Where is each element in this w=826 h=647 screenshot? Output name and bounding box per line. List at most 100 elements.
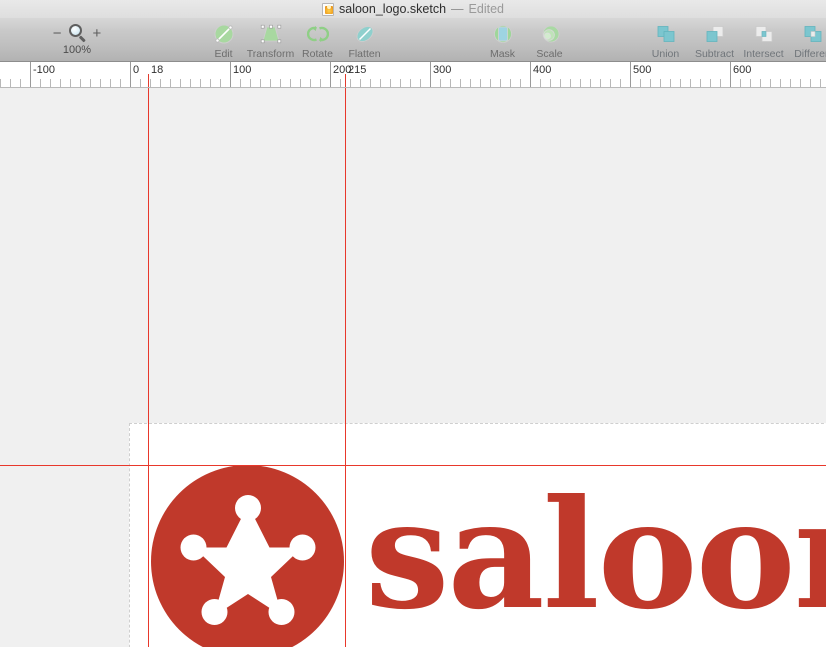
flatten-button[interactable]: Flatten <box>341 20 388 60</box>
ruler-minor-tick <box>40 79 41 87</box>
ruler-minor-tick <box>10 79 11 87</box>
ruler-minor-tick <box>50 79 51 87</box>
ruler-minor-tick <box>480 79 481 87</box>
zoom-in-button[interactable]: + <box>93 26 102 41</box>
rotate-icon <box>306 22 329 45</box>
ruler-minor-tick <box>280 79 281 87</box>
ruler-minor-tick <box>460 79 461 87</box>
ruler-minor-tick <box>120 79 121 87</box>
zoom-row: − + <box>53 21 102 45</box>
ruler-minor-tick <box>200 79 201 87</box>
ruler-minor-tick <box>540 79 541 87</box>
ruler-label: 400 <box>533 64 552 76</box>
mask-button[interactable]: Mask <box>479 20 526 60</box>
intersect-button[interactable]: Intersect <box>739 20 788 60</box>
magnifier-lens <box>68 23 82 37</box>
ruler-minor-tick <box>210 79 211 87</box>
ruler-minor-tick <box>690 79 691 87</box>
ruler-minor-tick <box>570 79 571 87</box>
ruler-minor-tick <box>450 79 451 87</box>
logo-wordmark[interactable]: saloon <box>365 480 826 630</box>
ruler-label: -100 <box>33 64 56 76</box>
rotate-button-label: Rotate <box>302 48 333 60</box>
union-button[interactable]: Union <box>641 20 690 60</box>
ruler-minor-tick <box>400 79 401 87</box>
flatten-button-label: Flatten <box>348 48 381 60</box>
ruler-minor-tick <box>300 79 301 87</box>
transform-icon <box>260 22 282 45</box>
vertical-guide-215[interactable] <box>345 88 346 647</box>
difference-button-label: Differen <box>794 48 826 60</box>
ruler-minor-tick <box>180 79 181 87</box>
ruler-guide-marker[interactable] <box>148 74 149 87</box>
ruler-label: 500 <box>633 64 652 76</box>
ruler-minor-tick <box>640 79 641 87</box>
ruler-minor-tick <box>190 79 191 87</box>
ruler-label: 215 <box>348 64 367 76</box>
ruler-minor-tick <box>170 79 171 87</box>
sketch-document-icon <box>322 2 334 16</box>
ruler-minor-tick <box>290 79 291 87</box>
window-title-group: saloon_logo.sketch — Edited <box>322 2 504 16</box>
ruler-minor-tick <box>820 79 821 87</box>
ruler-minor-tick <box>650 79 651 87</box>
ruler-minor-tick <box>90 79 91 87</box>
ruler-minor-tick <box>500 79 501 87</box>
ruler-minor-tick <box>740 79 741 87</box>
difference-button[interactable]: Differen <box>788 20 826 60</box>
mask-icon <box>492 22 514 45</box>
horizontal-ruler[interactable]: -100 0 18 100 200 215 300 400 500 600 <box>0 62 826 88</box>
edit-path-icon <box>213 22 235 45</box>
ruler-label: 100 <box>233 64 252 76</box>
intersect-icon <box>753 22 775 45</box>
union-button-label: Union <box>651 48 680 60</box>
intersect-button-label: Intersect <box>743 48 784 60</box>
ruler-minor-tick <box>490 79 491 87</box>
flatten-icon <box>354 22 376 45</box>
ruler-minor-tick <box>240 79 241 87</box>
ruler-minor-tick <box>20 79 21 87</box>
scale-button[interactable]: Scale <box>526 20 573 60</box>
ruler-minor-tick <box>520 79 521 87</box>
sheriff-star-badge-icon[interactable] <box>151 465 344 647</box>
rotate-button[interactable]: Rotate <box>294 20 341 60</box>
ruler-minor-tick <box>260 79 261 87</box>
ruler-guide-marker[interactable] <box>345 74 346 87</box>
zoom-out-button[interactable]: − <box>53 26 62 41</box>
ruler-minor-tick <box>700 79 701 87</box>
ruler-minor-tick <box>320 79 321 87</box>
magnifier-icon[interactable] <box>68 23 86 43</box>
vertical-guide-18[interactable] <box>148 88 149 647</box>
ruler-minor-tick <box>70 79 71 87</box>
ruler-minor-tick <box>100 79 101 87</box>
ruler-minor-tick <box>510 79 511 87</box>
magnifier-handle <box>78 34 86 42</box>
ruler-minor-tick <box>60 79 61 87</box>
ruler-label: 0 <box>133 64 140 76</box>
edited-status: Edited <box>468 2 504 16</box>
zoom-control[interactable]: − + 100% <box>40 21 114 56</box>
ruler-minor-tick <box>80 79 81 87</box>
ruler-minor-tick <box>220 79 221 87</box>
canvas-area[interactable]: Saloon Logo saloon <box>0 88 826 647</box>
ruler-minor-tick <box>590 79 591 87</box>
ruler-minor-tick <box>470 79 471 87</box>
ruler-minor-tick <box>550 79 551 87</box>
ruler-minor-tick <box>110 79 111 87</box>
horizontal-guide[interactable] <box>0 465 826 466</box>
document-title: saloon_logo.sketch <box>339 2 447 16</box>
ruler-minor-tick <box>770 79 771 87</box>
edit-button[interactable]: Edit <box>200 20 247 60</box>
ruler-label: 300 <box>433 64 452 76</box>
ruler-minor-tick <box>0 79 1 87</box>
ruler-minor-tick <box>710 79 711 87</box>
edit-button-label: Edit <box>214 48 233 60</box>
ruler-minor-tick <box>750 79 751 87</box>
ruler-minor-tick <box>670 79 671 87</box>
ruler-minor-tick <box>160 79 161 87</box>
transform-button[interactable]: Transform <box>247 20 294 60</box>
ruler-minor-tick <box>420 79 421 87</box>
subtract-button[interactable]: Subtract <box>690 20 739 60</box>
ruler-minor-tick <box>810 79 811 87</box>
ruler-minor-tick <box>410 79 411 87</box>
